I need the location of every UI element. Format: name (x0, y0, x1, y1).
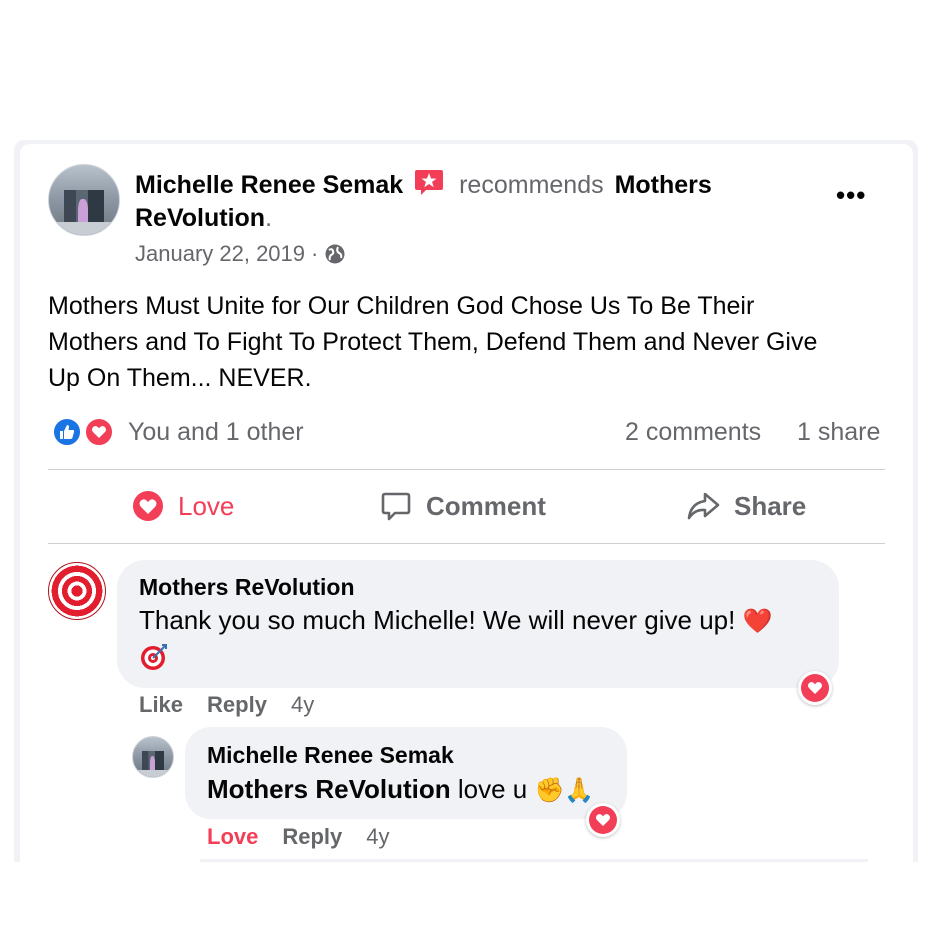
more-options-icon[interactable]: ••• (836, 180, 866, 211)
share-button[interactable]: Share (686, 490, 806, 522)
reply-mention[interactable]: Mothers ReVolution (207, 774, 451, 804)
comments-count[interactable]: 2 comments (625, 418, 761, 447)
love-reaction-icon[interactable] (84, 417, 114, 447)
post-body: Mothers Must Unite for Our Children God … (48, 292, 818, 392)
love-icon (132, 490, 164, 522)
comment-text-line1: Thank you so much Michelle! We will neve… (139, 605, 772, 636)
reaction-summary[interactable]: You and 1 other (128, 418, 304, 447)
comment-author[interactable]: Mothers ReVolution (139, 574, 355, 601)
reply-avatar[interactable] (132, 736, 174, 778)
pray-emoji-icon: 🙏 (564, 777, 595, 804)
reply-time[interactable]: 4y (366, 824, 389, 850)
comment-button[interactable]: Comment (380, 490, 546, 522)
share-label: Share (734, 490, 807, 521)
reply-actions: Love Reply 4y (207, 824, 390, 850)
fist-emoji-icon: ✊ (534, 777, 565, 804)
comment-icon (380, 490, 412, 522)
post-header-line2: ReVolution. (135, 204, 272, 233)
divider-bottom (48, 543, 885, 544)
page-name-part2[interactable]: ReVolution (135, 204, 265, 232)
divider-top (48, 469, 885, 470)
post-header-line1: Michelle Renee Semak recommends Mothers (135, 168, 712, 200)
like-reaction-icon[interactable] (52, 417, 82, 447)
author-avatar[interactable] (48, 164, 120, 236)
post-date[interactable]: January 22, 2019 (135, 241, 305, 267)
post-meta: January 22, 2019 · (135, 241, 346, 267)
comment-label: Comment (426, 490, 546, 521)
recommend-badge-icon (414, 168, 444, 196)
comment-love-badge-icon[interactable] (798, 671, 832, 705)
love-button[interactable]: Love (132, 490, 234, 522)
period: . (265, 204, 273, 232)
reply-text: Mothers ReVolution love u ✊🙏 (207, 774, 594, 805)
share-icon (686, 490, 720, 522)
globe-icon (324, 243, 346, 265)
target-emoji-icon (139, 642, 169, 677)
reply-body: love u (450, 774, 535, 804)
meta-separator: · (311, 241, 319, 266)
reply-reply-button[interactable]: Reply (282, 824, 342, 850)
heart-emoji-icon: ❤️ (742, 608, 773, 635)
post-card: Michelle Renee Semak recommends Mothers … (20, 144, 913, 862)
next-comment-edge (200, 859, 868, 862)
reply-love-button[interactable]: Love (207, 824, 258, 850)
recommends-text: recommends (459, 171, 604, 199)
reply-author[interactable]: Michelle Renee Semak (207, 742, 454, 769)
shares-count[interactable]: 1 share (797, 418, 880, 447)
page-name-part1[interactable]: Mothers (615, 171, 712, 199)
comment-time[interactable]: 4y (291, 692, 314, 718)
reply-love-badge-icon[interactable] (586, 803, 620, 837)
comment-like-button[interactable]: Like (139, 692, 183, 718)
commenter-avatar[interactable] (48, 562, 106, 620)
love-label: Love (178, 490, 235, 521)
comment-reply-button[interactable]: Reply (207, 692, 267, 718)
author-name[interactable]: Michelle Renee Semak (135, 171, 403, 199)
reply-bubble (185, 727, 627, 819)
comment-actions: Like Reply 4y (139, 692, 314, 718)
comment-text: Thank you so much Michelle! We will neve… (139, 605, 736, 635)
